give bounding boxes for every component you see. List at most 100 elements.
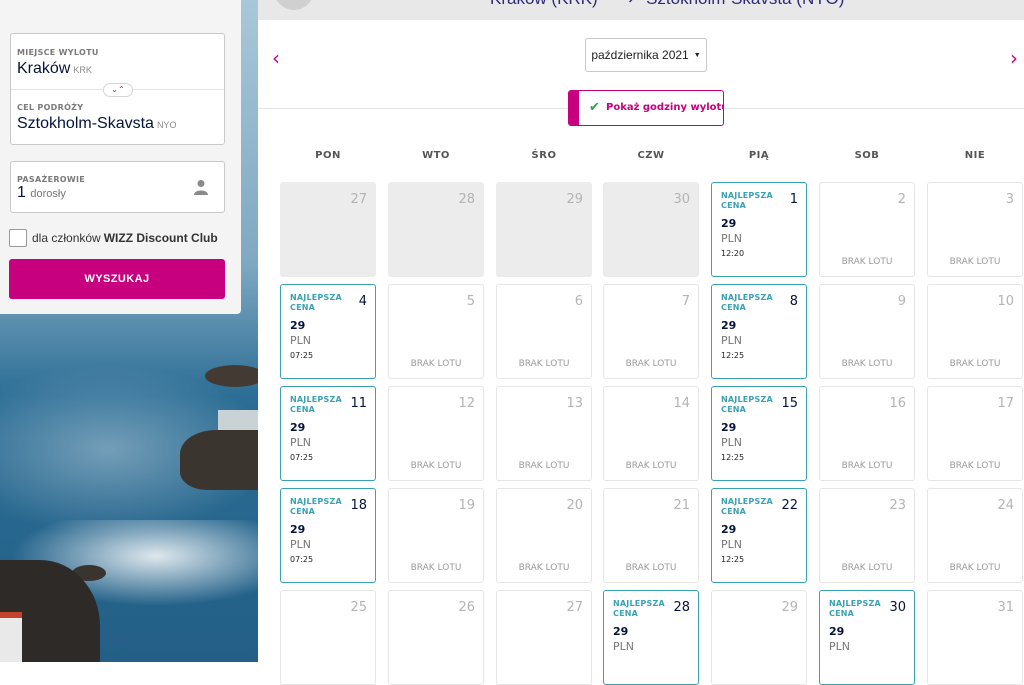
departure-time: 07:25 [290,453,314,462]
calendar-day[interactable]: 22 NAJLEPSZA CENA 29 PLN 12:25 [711,488,807,583]
no-flight-label: BRAK LOTU [625,461,677,471]
destination-city: Sztokholm-Skavsta [17,115,154,132]
day-number: 19 [458,498,475,513]
fare-currency: PLN [829,640,850,653]
calendar-day[interactable]: 11 NAJLEPSZA CENA 29 PLN 07:25 [280,386,376,481]
passengers-value: 1 dorosły [17,184,66,202]
weekday-label: SOB [854,150,880,161]
search-button[interactable]: WYSZUKAJ [9,259,225,299]
day-number: 30 [673,192,690,207]
no-flight-label: BRAK LOTU [625,359,677,369]
calendar-day: 20 BRAK LOTU [496,488,592,583]
club-label: dla członków [32,231,101,245]
fare-currency: PLN [721,334,742,347]
calendar-day[interactable]: 28 NAJLEPSZA CENA 29 PLN [603,590,699,685]
discount-club-checkbox[interactable] [9,229,27,247]
best-price-badge: NAJLEPSZA CENA [721,395,773,414]
origin-input[interactable]: Kraków KRK [17,60,92,78]
user-icon [194,180,208,195]
origin-code: KRK [73,65,92,75]
day-number: 30 [889,600,906,615]
calendar-day: 10 BRAK LOTU [927,284,1023,379]
passengers-unit: dorosły [30,188,66,200]
fare-price: 29 [721,319,737,332]
calendar-day: 29 [711,590,807,685]
day-number: 27 [566,600,583,615]
fare-currency: PLN [721,538,742,551]
route-destination: Sztokholm-Skavsta (NYO) [646,0,844,8]
calendar-day[interactable]: 15 NAJLEPSZA CENA 29 PLN 12:25 [711,386,807,481]
back-circle-icon[interactable] [274,0,314,10]
no-flight-label: BRAK LOTU [410,461,462,471]
calendar-day: 27 [280,182,376,277]
day-number: 2 [897,192,906,207]
no-flight-label: BRAK LOTU [949,563,1001,573]
no-flight-label: BRAK LOTU [625,563,677,573]
calendar-day[interactable]: 18 NAJLEPSZA CENA 29 PLN 07:25 [280,488,376,583]
show-times-toggle[interactable]: ✔ Pokaż godziny wylotu [568,90,724,126]
passengers-label: PASAŻEROWIE [17,175,86,184]
fare-currency: PLN [290,436,311,449]
calendar-day: 17 BRAK LOTU [927,386,1023,481]
swap-icon[interactable]: ⌄⌃ [103,83,133,97]
calendar-day[interactable]: 8 NAJLEPSZA CENA 29 PLN 12:25 [711,284,807,379]
weekday-label: PIĄ [748,150,770,161]
calendar-day: 2 BRAK LOTU [819,182,915,277]
day-number: 25 [350,600,367,615]
fare-currency: PLN [721,232,742,245]
day-number: 12 [458,396,475,411]
day-number: 1 [789,192,798,207]
no-flight-label: BRAK LOTU [410,359,462,369]
day-number: 22 [781,498,798,513]
calendar-day: 24 BRAK LOTU [927,488,1023,583]
calendar-day[interactable]: 30 NAJLEPSZA CENA 29 PLN [819,590,915,685]
month-value: października 2021 [591,48,689,62]
route-origin: Kraków (KRK) [490,0,598,8]
long-arrow-right-icon: ⟶ [610,0,634,8]
passengers-field[interactable]: PASAŻEROWIE 1 dorosły [10,161,225,213]
toggle-bar [569,91,579,125]
caret-down-icon: ▼ [693,51,701,59]
calendar-day: 14 BRAK LOTU [603,386,699,481]
day-number: 26 [458,600,475,615]
day-number: 24 [997,498,1014,513]
no-flight-label: BRAK LOTU [410,563,462,573]
no-flight-label: BRAK LOTU [518,359,570,369]
calendar-day: 21 BRAK LOTU [603,488,699,583]
departure-time: 12:25 [721,555,745,564]
weekday-label: ŚRO [531,150,557,161]
calendar-day: 5 BRAK LOTU [388,284,484,379]
day-number: 17 [997,396,1014,411]
calendar-day: 23 BRAK LOTU [819,488,915,583]
weekday-header: PON WTO ŚRO CZW PIĄ SOB NIE [258,150,1024,170]
fare-price: 29 [721,421,737,434]
calendar-day[interactable]: 4 NAJLEPSZA CENA 29 PLN 07:25 [280,284,376,379]
day-number: 31 [997,600,1014,615]
route-header: Kraków (KRK) ⟶ Sztokholm-Skavsta (NYO) [258,0,1024,20]
calendar-day[interactable]: 1 NAJLEPSZA CENA 29 PLN 12:20 [711,182,807,277]
no-flight-label: BRAK LOTU [841,461,893,471]
next-month-chevron-icon[interactable]: › [1010,46,1018,70]
fare-currency: PLN [290,538,311,551]
best-price-badge: NAJLEPSZA CENA [290,497,342,516]
checkmark-icon: ✔ [589,100,600,115]
day-number: 21 [673,498,690,513]
no-flight-label: BRAK LOTU [841,257,893,267]
destination-input[interactable]: Sztokholm-Skavsta NYO [17,115,176,133]
best-price-badge: NAJLEPSZA CENA [829,599,881,618]
day-number: 7 [681,294,690,309]
origin-label: MIEJSCE WYLOTU [17,48,99,57]
calendar-day: 19 BRAK LOTU [388,488,484,583]
prev-month-chevron-icon[interactable]: ‹ [272,46,280,70]
day-number: 15 [781,396,798,411]
fare-price: 29 [290,421,306,434]
day-number: 29 [566,192,583,207]
discount-club-option[interactable]: dla członków WIZZ Discount Club [9,229,218,247]
fare-price: 29 [829,625,845,638]
no-flight-label: BRAK LOTU [949,461,1001,471]
month-select[interactable]: października 2021 ▼ [585,38,707,72]
departure-time: 07:25 [290,555,314,564]
day-number: 10 [997,294,1014,309]
route-title: Kraków (KRK) ⟶ Sztokholm-Skavsta (NYO) [490,0,844,9]
calendar-day: 12 BRAK LOTU [388,386,484,481]
